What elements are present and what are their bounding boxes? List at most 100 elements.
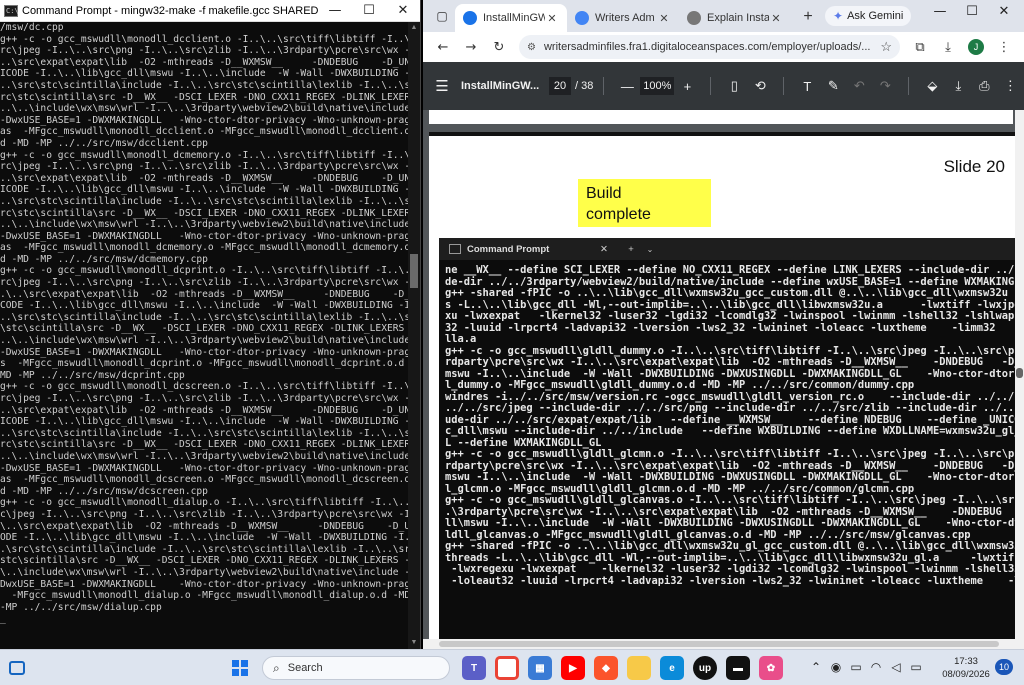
close-tab-icon[interactable]: ✕ (657, 12, 671, 25)
back-arrow-icon[interactable]: ← (429, 40, 457, 55)
tray-app-icon[interactable]: ◉ (826, 660, 846, 674)
redo-icon[interactable]: ↷ (872, 78, 898, 94)
pdf-viewer[interactable]: Slide 20 Build complete Command Prompt ✕… (423, 110, 1024, 649)
new-tab-button[interactable]: + (797, 6, 819, 28)
terminal-line: 32 -luuid -lrpcrt4 -ladvapi32 -lversion … (445, 321, 996, 334)
chrome-icon[interactable] (495, 656, 519, 680)
pdf-horizontal-scrollbar[interactable] (423, 639, 1015, 649)
teams-icon[interactable]: T (462, 656, 486, 680)
minimize-button[interactable]: — (318, 3, 352, 18)
scrollbar-thumb[interactable] (1016, 368, 1023, 378)
search-icon: ⌕ (273, 660, 280, 675)
download-pdf-icon[interactable]: ⤓ (945, 78, 971, 94)
text-tool-icon[interactable]: T (794, 79, 820, 94)
tab-search-icon[interactable]: ▢ (429, 5, 455, 27)
browser-close-button[interactable]: ✕ (989, 4, 1019, 19)
bookmark-star-icon[interactable]: ☆ (880, 39, 892, 55)
browser-minimize-button[interactable]: — (925, 4, 955, 19)
cmd-title-bar[interactable]: C:\ Command Prompt - mingw32-make -f mak… (0, 0, 420, 22)
page-number-input[interactable]: 20 (549, 77, 571, 95)
upwork-icon[interactable]: up (693, 656, 717, 680)
terminal-line: CODE -I..\..\lib\gcc_dll\mswu -I..\..\in… (0, 300, 408, 312)
youtube-icon[interactable]: ▶ (561, 656, 585, 680)
pdf-toolbar: ☰ InstallMinGW... 20 / 38 — 100% + ▯ ⟲ T… (423, 62, 1024, 110)
scroll-up-icon[interactable]: ▲ (408, 22, 420, 34)
taskbar-search[interactable]: ⌕ Search (262, 656, 450, 680)
pdf-more-icon[interactable]: ⋮ (997, 78, 1023, 94)
close-button[interactable]: ✕ (386, 3, 420, 18)
wifi-icon[interactable]: ◠ (866, 660, 886, 674)
tray-display-icon[interactable]: ▭ (846, 660, 866, 674)
battery-icon[interactable]: ▭ (906, 660, 926, 674)
fit-page-icon[interactable]: ▯ (721, 78, 747, 94)
print-icon[interactable]: ⎙ (971, 78, 997, 94)
terminal-line: ..\src\stc\scintilla\include -I..\..\src… (0, 311, 408, 323)
scrollbar-thumb[interactable] (439, 641, 999, 647)
terminal-line: g++ -c -o gcc_mswudll\gldll_glcanvas.o -… (445, 494, 1015, 506)
maximize-button[interactable]: ☐ (352, 3, 386, 18)
undo-icon[interactable]: ↶ (846, 78, 872, 94)
hamburger-menu-icon[interactable]: ☰ (423, 77, 461, 95)
start-button[interactable] (232, 660, 248, 676)
pdf-page: Slide 20 Build complete Command Prompt ✕… (429, 132, 1019, 649)
zoom-in-button[interactable]: + (674, 79, 700, 94)
store-icon[interactable]: ▦ (528, 656, 552, 680)
widgets-button[interactable] (0, 660, 34, 675)
notification-badge[interactable]: 10 (995, 659, 1013, 675)
browser-maximize-button[interactable]: ☐ (957, 4, 987, 19)
terminal-line: rdparty\pcre\src\wx -I..\..\src\expat\ex… (445, 356, 1019, 368)
copilot-icon[interactable]: ✿ (759, 656, 783, 680)
download-icon[interactable]: ⤓ (934, 40, 962, 55)
draw-icon[interactable]: ✎ (820, 78, 846, 94)
zoom-input[interactable]: 100% (640, 77, 675, 95)
terminal-line: g++ -c -o gcc_mswudll\gldll_glcmn.o -I..… (445, 448, 1015, 460)
divider (783, 77, 785, 95)
brave-icon[interactable]: ◆ (594, 656, 618, 680)
reload-icon[interactable]: ↻ (485, 40, 513, 55)
profile-avatar[interactable]: J (968, 39, 984, 55)
terminal-line: ne __WX__ --define SCI_LEXER --define NO… (445, 264, 1015, 276)
edge-icon[interactable]: e (660, 656, 684, 680)
taskbar: ⌕ Search T ▦ ▶ ◆ e up ▬ ✿ ⌃ ◉ ▭ ◠ ◁ ▭ 17… (0, 649, 1024, 685)
terminal-line: \stc\scintilla\src -D__WX__ -DSCI_LEXER … (0, 323, 408, 335)
terminal-icon (449, 244, 461, 254)
save-icon[interactable]: ⬙ (919, 78, 945, 94)
address-bar[interactable]: ⚙ writersadminfiles.fra1.digitaloceanspa… (519, 35, 900, 59)
clock[interactable]: 17:33 08/09/2026 (940, 655, 992, 681)
ask-gemini-button[interactable]: ✦ Ask Gemini (825, 6, 912, 26)
gemini-sparkle-icon: ✦ (833, 9, 844, 23)
terminal-line: d -MD -MP ../../src/msw/dcclient.cpp (0, 137, 208, 149)
rotate-icon[interactable]: ⟲ (747, 78, 773, 94)
search-placeholder: Search (287, 662, 323, 674)
site-info-icon[interactable]: ⚙ (527, 42, 536, 53)
tab-explain[interactable]: Explain Insta ✕ (679, 4, 791, 32)
close-tab-icon[interactable]: ✕ (545, 12, 559, 25)
more-menu-icon[interactable]: ⋮ (990, 40, 1018, 55)
zoom-out-button[interactable]: — (614, 79, 640, 94)
forward-arrow-icon[interactable]: → (457, 40, 485, 55)
terminal-line: rc\stc\scintilla\src -D__WX__ -DSCI_LEXE… (0, 91, 408, 103)
scrollbar-thumb[interactable] (410, 254, 418, 288)
terminal-line: \..\include\wx\msw\wrl -I..\..\3rdparty\… (0, 566, 408, 578)
page-total: / 38 (575, 80, 594, 92)
embedded-terminal-output: ne __WX__ --define SCI_LEXER --define NO… (439, 260, 1019, 649)
file-explorer-icon[interactable] (627, 656, 651, 680)
terminal-line: \..\src\expat\expat\lib -O2 -mthreads -D… (0, 520, 408, 532)
close-tab-icon[interactable]: ✕ (769, 12, 783, 25)
tray-chevron-up-icon[interactable]: ⌃ (806, 660, 826, 674)
volume-icon[interactable]: ◁ (886, 660, 906, 674)
scroll-down-icon[interactable]: ▼ (408, 637, 420, 649)
pdf-vertical-scrollbar[interactable] (1015, 110, 1024, 649)
terminal-icon: C:\ (4, 4, 19, 17)
extensions-icon[interactable]: ⧉ (906, 40, 934, 55)
cmd-scrollbar[interactable]: ▲ ▼ (408, 22, 420, 649)
tab-writers-admin[interactable]: Writers Adm ✕ (567, 4, 679, 32)
terminal-line: -lwxregexu -lwxexpat -lkernel32 -luser32… (445, 563, 1019, 575)
terminal-line: ..\src\stc\scintilla\include -I..\..\src… (0, 427, 408, 439)
tab-favicon-icon (463, 11, 477, 25)
url-text[interactable]: writersadminfiles.fra1.digitaloceanspace… (544, 41, 880, 53)
terminal-line: ..\src\stc\scintilla\include -I..\..\src… (0, 79, 408, 91)
terminal-taskbar-icon[interactable]: ▬ (726, 656, 750, 680)
cmd-output[interactable]: /msw/dc.cpp g++ -c -o gcc_mswudll\monodll… (0, 22, 408, 649)
tab-installmingw[interactable]: InstallMinGW ✕ (455, 4, 567, 32)
